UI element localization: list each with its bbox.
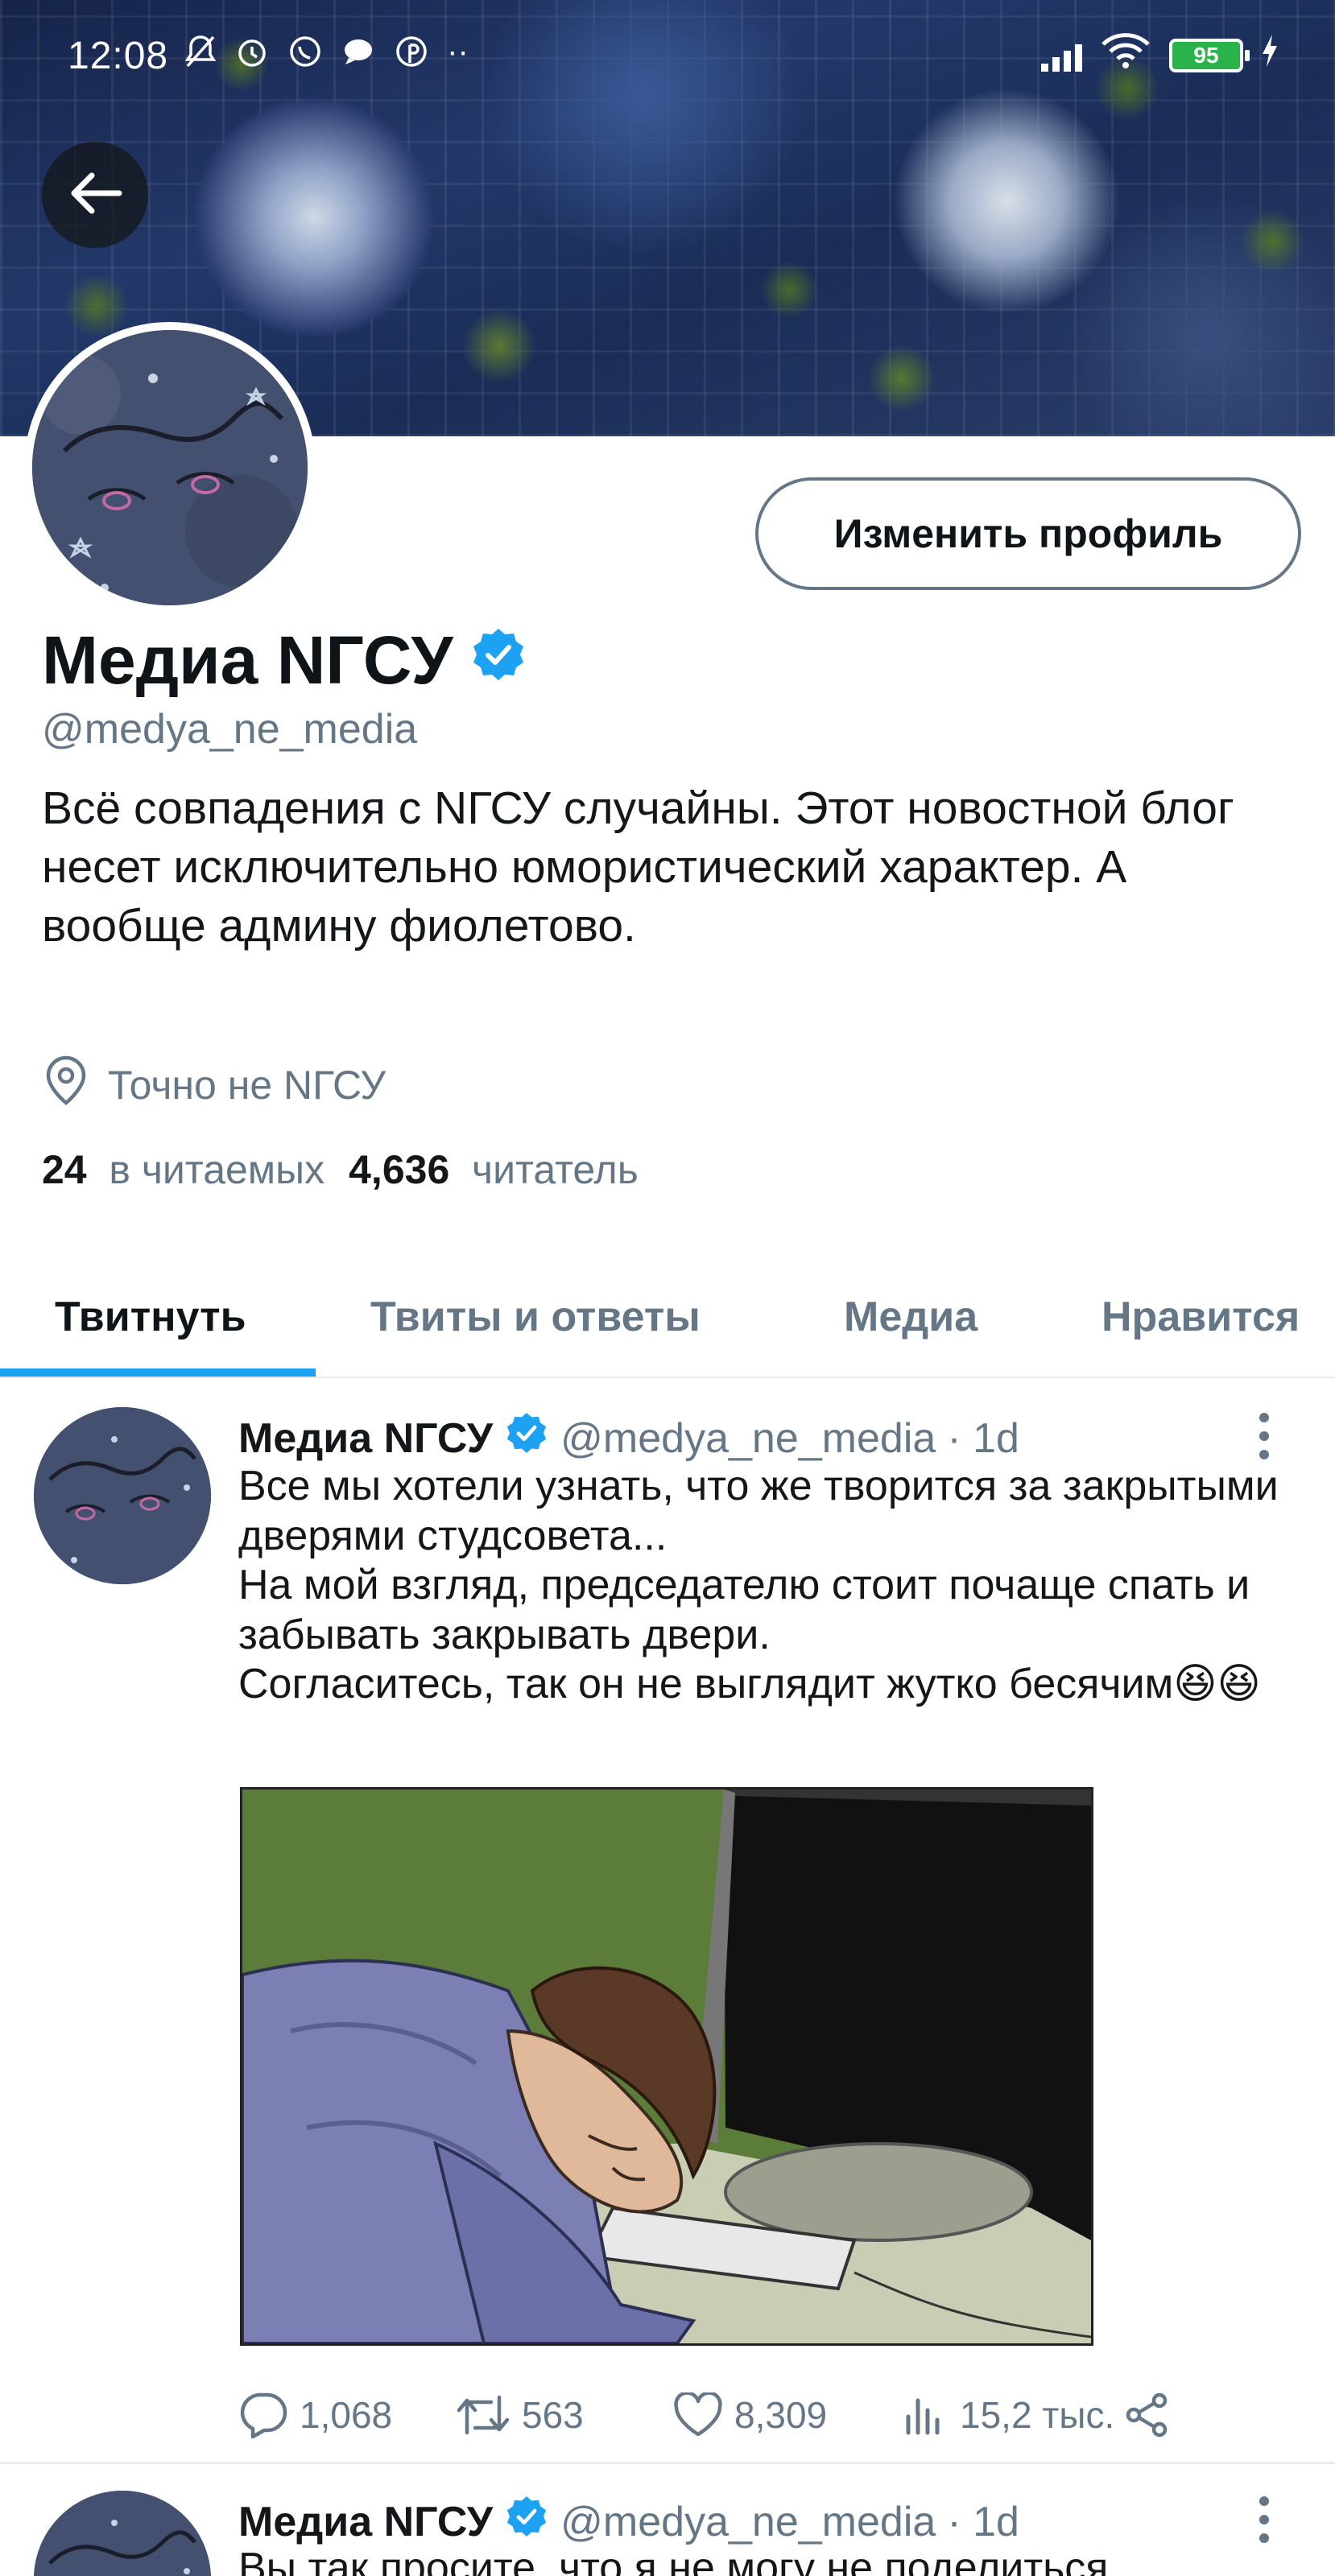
followers-label: читатель <box>472 1147 639 1192</box>
avatar-doodle-art <box>32 330 308 605</box>
tweet-actions: 1,068 563 8,309 15,2 тыс. <box>238 2383 1188 2447</box>
location-text: Точно не NГСУ <box>108 1063 386 1108</box>
retweet-count: 563 <box>522 2394 584 2436</box>
profile-avatar[interactable] <box>24 322 316 613</box>
tweet-more-button[interactable] <box>1240 1404 1288 1468</box>
profile-location: Точно не NГСУ <box>42 1055 386 1116</box>
following-link[interactable]: 24 в читаемых <box>42 1146 324 1193</box>
status-time: 12:08 <box>68 34 169 77</box>
retweet-button[interactable]: 563 <box>456 2383 584 2447</box>
following-label: в читаемых <box>109 1147 325 1192</box>
tweet-avatar[interactable] <box>34 2491 211 2576</box>
profile-name-row: Медиа NГСУ <box>42 621 527 700</box>
bell-off-icon <box>184 34 217 77</box>
status-right-icons: 95 <box>1041 27 1279 84</box>
signal-icon <box>1041 39 1082 72</box>
battery-level: 95 <box>1193 43 1219 68</box>
verified-badge-icon <box>504 1410 549 1466</box>
tweet-author-handle[interactable]: @medya_ne_media <box>560 1414 936 1463</box>
tab-tweets-and-replies[interactable]: Твиты и ответы <box>370 1256 701 1378</box>
tab-media[interactable]: Медиа <box>844 1256 977 1378</box>
reply-count: 1,068 <box>300 2394 393 2436</box>
battery-icon: 95 <box>1169 39 1250 72</box>
share-button[interactable] <box>1124 2383 1171 2447</box>
status-notification-icons: ·· <box>184 34 469 77</box>
verified-badge-icon <box>469 621 527 700</box>
tweet-text: Вы так просите, что я не могу не поделит… <box>238 2545 1109 2576</box>
wifi-icon <box>1100 31 1151 80</box>
views-chart-icon <box>906 2398 940 2435</box>
chat-icon <box>341 34 376 77</box>
location-pin-icon <box>42 1055 90 1116</box>
tweet-time: · 1d <box>947 1414 1019 1462</box>
tweet-media-image[interactable] <box>240 1787 1093 2346</box>
alarm-icon <box>234 34 270 77</box>
profile-name: Медиа NГСУ <box>42 622 453 698</box>
tab-likes[interactable]: Нравится <box>1101 1256 1300 1378</box>
tweet-author-handle[interactable]: @medya_ne_media <box>560 2498 936 2546</box>
like-button[interactable]: 8,309 <box>673 2383 827 2447</box>
profile-bio: Всё совпадения с NГСУ случайны. Этот нов… <box>42 782 1234 952</box>
more-dots-icon: ·· <box>447 34 469 69</box>
views-button[interactable]: 15,2 тыс. <box>903 2383 1114 2447</box>
avatar-doodle-art <box>34 2491 211 2576</box>
back-button[interactable] <box>42 142 148 248</box>
tab-tweets[interactable]: Твитнуть <box>55 1256 246 1378</box>
reply-button[interactable]: 1,068 <box>238 2383 392 2447</box>
heart-icon <box>674 2392 722 2437</box>
reply-icon <box>240 2392 287 2438</box>
retweet-icon <box>457 2395 510 2435</box>
tweet-divider <box>0 2462 1335 2464</box>
like-count: 8,309 <box>734 2394 828 2436</box>
follow-stats: 24 в читаемых 4,636 читатель <box>42 1146 639 1193</box>
tweet-more-button[interactable] <box>1240 2487 1288 2552</box>
tweet-header: Медиа NГСУ @medya_ne_media · 1d <box>238 2494 1019 2549</box>
edit-profile-button[interactable]: Изменить профиль <box>755 477 1301 590</box>
tweet-avatar[interactable] <box>34 1407 211 1584</box>
active-tab-indicator <box>0 1368 316 1377</box>
verified-badge-icon <box>504 2494 549 2549</box>
status-bar: 12:08 ·· 95 <box>0 27 1335 84</box>
charging-icon <box>1261 33 1279 78</box>
sleeping-student-illustration <box>242 1790 1091 2343</box>
profile-handle: @medya_ne_media <box>42 706 418 753</box>
share-icon <box>1126 2392 1168 2438</box>
pinterest-icon <box>394 34 429 77</box>
profile-tabs: Твитнуть Твиты и ответы Медиа Нравится <box>0 1256 1335 1378</box>
tweet-author-name[interactable]: Медиа NГСУ <box>238 2498 493 2546</box>
tweet-text: Все мы хотели узнать, что же творится за… <box>238 1463 1279 1707</box>
tweet-time: · 1d <box>947 2498 1019 2545</box>
followers-link[interactable]: 4,636 читатель <box>349 1146 639 1193</box>
tweet-header: Медиа NГСУ @medya_ne_media · 1d <box>238 1410 1019 1466</box>
arrow-left-icon <box>66 169 124 221</box>
views-count: 15,2 тыс. <box>960 2394 1115 2436</box>
following-count: 24 <box>42 1147 87 1192</box>
followers-count: 4,636 <box>349 1147 450 1192</box>
tweet-author-name[interactable]: Медиа NГСУ <box>238 1414 493 1463</box>
avatar-doodle-art <box>34 1407 211 1584</box>
whatsapp-icon <box>287 34 323 77</box>
